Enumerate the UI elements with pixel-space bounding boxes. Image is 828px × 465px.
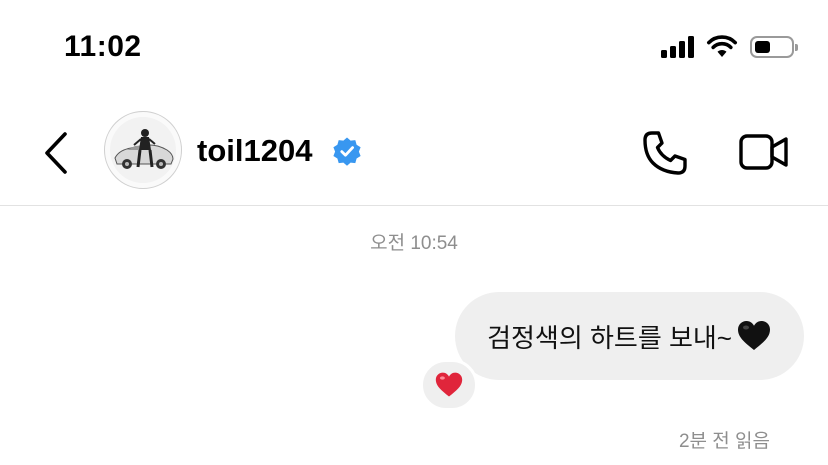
- verified-badge-icon: [333, 137, 361, 166]
- chevron-left-icon: [45, 132, 67, 174]
- cellular-signal-icon: [661, 36, 694, 58]
- read-receipt: 2분 전 읽음: [678, 431, 770, 452]
- video-call-button[interactable]: [738, 131, 790, 173]
- message-timestamp: 오전 10:54: [370, 233, 458, 254]
- message-reaction[interactable]: [420, 359, 478, 411]
- message-text: 검정색의 하트를 보내~: [487, 322, 732, 353]
- status-bar: 11:02: [0, 0, 828, 95]
- avatar-photo: [110, 117, 176, 183]
- phone-icon: [643, 131, 687, 175]
- status-icons: [661, 35, 798, 59]
- chat-header: toil1204: [0, 95, 828, 206]
- battery-cap: [795, 44, 798, 51]
- voice-call-button[interactable]: [640, 128, 690, 178]
- video-camera-icon: [739, 134, 788, 170]
- black-heart-icon: [738, 321, 770, 350]
- username[interactable]: toil1204: [197, 133, 312, 169]
- status-time: 11:02: [64, 30, 142, 63]
- back-button[interactable]: [38, 130, 74, 176]
- wifi-icon: [707, 35, 737, 57]
- red-heart-icon: [435, 372, 463, 397]
- battery-icon: [750, 36, 798, 58]
- avatar[interactable]: [104, 111, 182, 189]
- battery-level: [755, 41, 770, 53]
- outgoing-message-bubble[interactable]: 검정색의 하트를 보내~: [455, 292, 804, 380]
